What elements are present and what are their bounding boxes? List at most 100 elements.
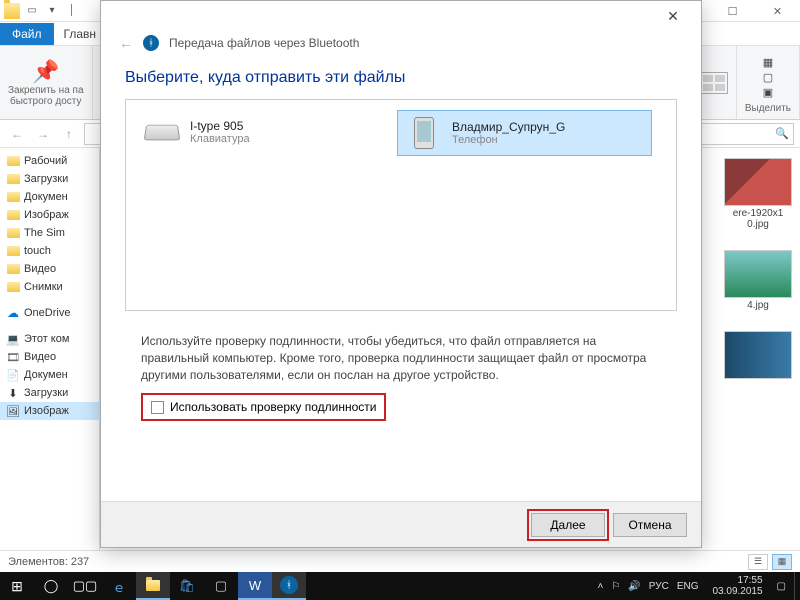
sidebar-item-label: touch	[24, 245, 51, 257]
auth-checkbox-label: Использовать проверку подлинности	[170, 400, 376, 414]
sidebar-item[interactable]: ☁OneDrive	[0, 304, 99, 322]
date: 03.09.2015	[712, 586, 762, 597]
store-icon[interactable]: 🛍	[170, 572, 204, 600]
system-tray[interactable]: ˄ ⚐ 🔊 РУС ENG 17:55 03.09.2015 ▢	[590, 575, 794, 597]
file-tab[interactable]: Файл	[0, 23, 54, 45]
view-details-icon[interactable]: ☰	[748, 554, 768, 570]
sidebar-item[interactable]: 🎞 Видео	[0, 348, 99, 366]
up-button[interactable]: ↑	[58, 123, 80, 145]
thumb-caption: 4.jpg	[724, 300, 792, 311]
home-tab[interactable]: Главн	[54, 23, 107, 45]
thumbnail[interactable]: 4.jpg	[724, 250, 792, 311]
sidebar-item[interactable]: ⬇Загрузки	[0, 384, 99, 402]
maximize-button[interactable]: ☐	[710, 0, 755, 22]
qat-sep: │	[64, 3, 80, 19]
invert-icon: ▣	[763, 86, 773, 99]
dialog-back-button[interactable]: ←	[119, 35, 133, 51]
next-button[interactable]: Далее	[531, 513, 605, 537]
layout-icon[interactable]	[700, 72, 728, 94]
kbd-indicator[interactable]: ENG	[677, 581, 699, 592]
device-name: Владмир_Супрун_G	[452, 120, 565, 134]
select-group[interactable]: ▦ ▢ ▣ Выделить	[737, 46, 800, 119]
explorer-taskbar-icon[interactable]	[136, 572, 170, 600]
folder-icon	[4, 3, 20, 19]
taskview-button[interactable]: ▢▢	[68, 572, 102, 600]
forward-button[interactable]: →	[32, 123, 54, 145]
pin-icon: 📌	[32, 59, 59, 85]
sidebar-item-label: Снимки	[24, 281, 63, 293]
dialog-close-button[interactable]: ✕	[653, 2, 693, 30]
taskbar: ⊞ ◯ ▢▢ ｅ 🛍 ▢ W ᚼ ˄ ⚐ 🔊 РУС ENG 17:55 03.…	[0, 572, 800, 600]
item-count: Элементов: 237	[8, 556, 89, 568]
sidebar-item-icon	[6, 280, 20, 294]
qat-props-icon[interactable]: ▭	[24, 3, 40, 19]
sidebar-item-icon: 🖼	[6, 404, 20, 418]
sidebar-item-label: Загрузки	[24, 173, 68, 185]
sidebar-item[interactable]: Снимки	[0, 278, 99, 296]
select-all-icon: ▦	[763, 56, 773, 69]
app-icon-1[interactable]: ▢	[204, 572, 238, 600]
sidebar-item[interactable]: The Sim	[0, 224, 99, 242]
thumbnail[interactable]	[724, 331, 792, 381]
device-item[interactable]: Владмир_Супрун_GТелефон	[397, 110, 652, 156]
thumbnail[interactable]: ere-1920x10.jpg	[724, 158, 792, 230]
pin-label-1: Закрепить на па	[8, 85, 84, 96]
sidebar-item[interactable]: 🖼 Изображ	[0, 402, 99, 420]
pin-group[interactable]: 📌 Закрепить на па быстрого досту	[0, 46, 93, 119]
tray-security-icon[interactable]: ⚐	[611, 581, 620, 592]
start-button[interactable]: ⊞	[0, 572, 34, 600]
sidebar-item[interactable]: Рабочий	[0, 152, 99, 170]
auth-checkbox-row[interactable]: Использовать проверку подлинности	[145, 397, 382, 417]
sidebar-item[interactable]: Загрузки	[0, 170, 99, 188]
device-type: Телефон	[452, 134, 565, 146]
thumb-caption: ere-1920x10.jpg	[724, 208, 792, 230]
bluetooth-taskbar-icon[interactable]: ᚼ	[272, 572, 306, 600]
pin-label-2: быстрого досту	[10, 96, 81, 107]
back-button[interactable]: ←	[6, 123, 28, 145]
word-icon[interactable]: W	[238, 572, 272, 600]
clock[interactable]: 17:55 03.09.2015	[706, 575, 768, 597]
close-button[interactable]: ✕	[755, 0, 800, 22]
sidebar-item-icon	[6, 154, 20, 168]
qat-new-icon[interactable]: ▾	[44, 3, 60, 19]
tray-volume-icon[interactable]: 🔊	[628, 581, 640, 592]
sidebar-item-label: Видео	[24, 263, 56, 275]
sidebar-item-icon	[6, 208, 20, 222]
sidebar-item-label: Докумен	[24, 191, 68, 203]
sidebar-item[interactable]: Изображ	[0, 206, 99, 224]
sidebar-item[interactable]: touch	[0, 242, 99, 260]
search-button[interactable]: ◯	[34, 572, 68, 600]
tray-up-icon[interactable]: ˄	[598, 581, 604, 592]
search-icon: 🔍	[775, 127, 789, 140]
edge-icon[interactable]: ｅ	[102, 572, 136, 600]
sidebar-item[interactable]: 📄 Докумен	[0, 366, 99, 384]
device-type: Клавиатура	[190, 133, 250, 145]
dialog-heading: Выберите, куда отправить эти файлы	[125, 69, 677, 87]
nav-pane: Рабочий Загрузки Докумен Изображ The Sim touc…	[0, 148, 100, 550]
cancel-button[interactable]: Отмена	[613, 513, 687, 537]
device-list: I-type 905КлавиатураВладмир_Супрун_GТеле…	[125, 99, 677, 311]
status-bar: Элементов: 237 ☰ ▦	[0, 550, 800, 572]
sidebar-item-icon	[6, 244, 20, 258]
sidebar-item-icon	[6, 172, 20, 186]
sidebar-item-label: Видео	[24, 351, 56, 363]
sidebar-item[interactable]: 💻Этот ком	[0, 330, 99, 348]
device-item[interactable]: I-type 905Клавиатура	[136, 110, 391, 154]
sidebar-item-icon: 📄	[6, 368, 20, 382]
sidebar-item-label: Докумен	[24, 369, 68, 381]
lang-indicator[interactable]: РУС	[649, 581, 669, 592]
sidebar-item[interactable]: Видео	[0, 260, 99, 278]
select-label: Выделить	[745, 103, 791, 114]
sidebar-item-label: Рабочий	[24, 155, 67, 167]
sidebar-item-label: The Sim	[24, 227, 65, 239]
show-desktop[interactable]	[794, 572, 800, 600]
sidebar-item[interactable]: Докумен	[0, 188, 99, 206]
view-thumbs-icon[interactable]: ▦	[772, 554, 792, 570]
select-none-icon: ▢	[763, 71, 773, 84]
sidebar-item-label: Изображ	[24, 405, 69, 417]
sidebar-item-icon: 🎞	[6, 350, 20, 364]
auth-checkbox[interactable]	[151, 401, 164, 414]
notifications-icon[interactable]: ▢	[777, 581, 786, 592]
sidebar-item-label: Загрузки	[24, 387, 68, 399]
sidebar-item-label: Изображ	[24, 209, 69, 221]
